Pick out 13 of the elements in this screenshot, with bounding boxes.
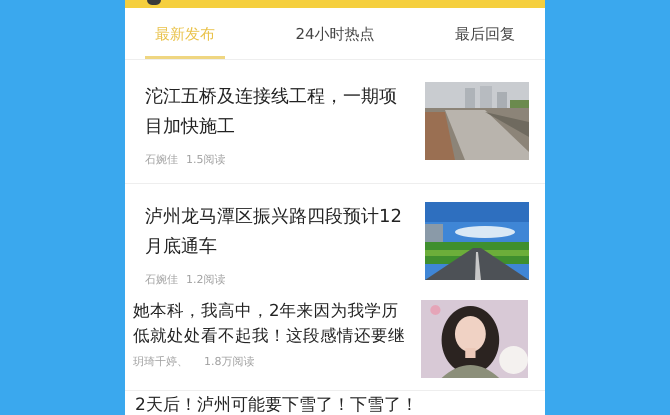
avatar-icon[interactable] xyxy=(147,0,161,5)
author-name: 石婉佳 xyxy=(145,272,178,288)
author-name: 石婉佳 xyxy=(145,152,178,168)
article-title[interactable]: 泸州龙马潭区振兴路四段预计12 月底通车 xyxy=(145,202,402,262)
read-count: 1.5阅读 xyxy=(186,152,226,168)
article-title[interactable]: 她本科，我高中，2年来因为我学历 低就处处看不起我！这段感情还要继 xyxy=(133,298,405,348)
tab[interactable]: 24小时热点 xyxy=(285,8,385,59)
article-title[interactable]: 2天后！泸州可能要下雪了！下雪了！ xyxy=(135,395,535,415)
tab[interactable]: 最后回复 xyxy=(445,8,525,59)
read-count: 1.2阅读 xyxy=(186,272,226,288)
article-title[interactable]: 沱江五桥及连接线工程，一期项 目加快施工 xyxy=(145,82,397,142)
read-count: 1.8万阅读 xyxy=(204,354,254,370)
author-name: 玥琦千婷、 xyxy=(133,354,188,370)
